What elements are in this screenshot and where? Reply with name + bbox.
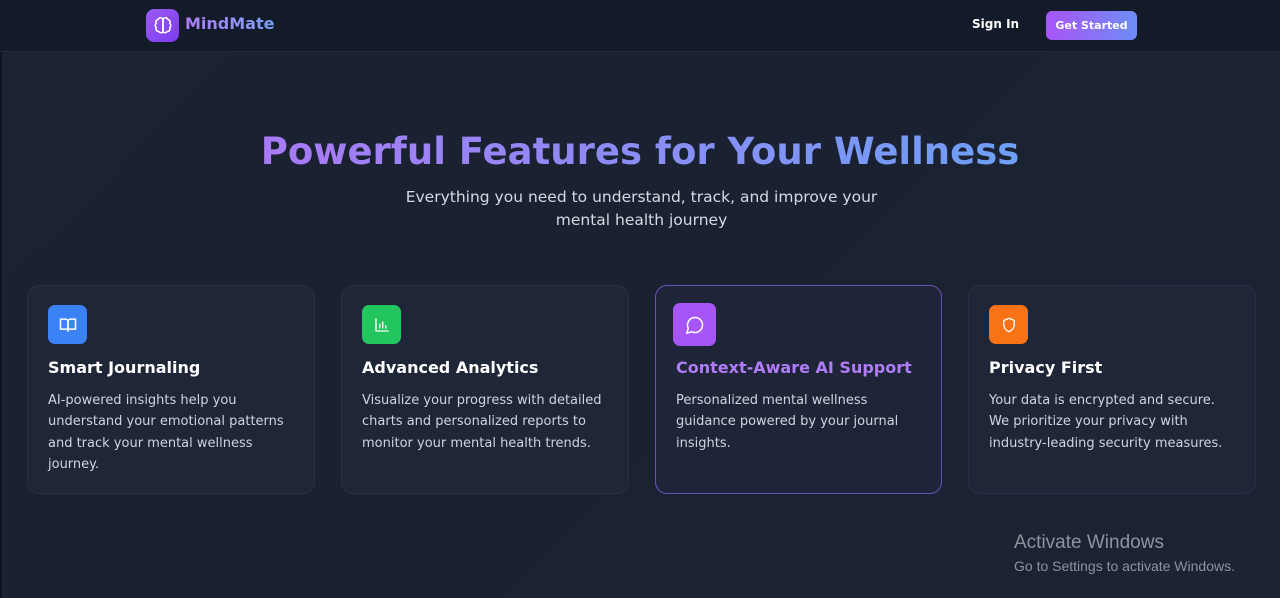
activate-windows-subtitle: Go to Settings to activate Windows.	[1014, 558, 1235, 574]
feature-title: Privacy First	[989, 358, 1103, 377]
feature-card-smart-journaling: Smart Journaling AI-powered insights hel…	[27, 285, 315, 494]
bar-chart-icon	[362, 305, 401, 344]
feature-title: Smart Journaling	[48, 358, 201, 377]
feature-title: Advanced Analytics	[362, 358, 539, 377]
hero-subtitle: Everything you need to understand, track…	[405, 188, 878, 229]
feature-card-privacy-first: Privacy First Your data is encrypted and…	[968, 285, 1256, 494]
feature-card-advanced-analytics: Advanced Analytics Visualize your progre…	[341, 285, 629, 494]
chat-bubble-icon	[673, 303, 716, 346]
book-icon	[48, 305, 87, 344]
sign-in-button[interactable]: Sign In	[972, 17, 1019, 31]
feature-description: Personalized mental wellness guidance po…	[676, 393, 899, 451]
get-started-button[interactable]: Get Started	[1046, 11, 1137, 40]
top-nav: MindMate Sign In Get Started	[0, 0, 1280, 52]
feature-description: Your data is encrypted and secure. We pr…	[989, 393, 1223, 451]
brain-icon[interactable]	[146, 9, 179, 42]
activate-windows-title: Activate Windows	[1014, 532, 1164, 553]
feature-description: Visualize your progress with detailed ch…	[362, 393, 602, 451]
feature-card-context-aware-ai-support: Context-Aware AI Support Personalized me…	[655, 285, 942, 494]
feature-description: AI-powered insights help you understand …	[48, 393, 284, 472]
brand-name[interactable]: MindMate	[185, 14, 274, 33]
feature-title: Context-Aware AI Support	[676, 358, 912, 377]
shield-icon	[989, 305, 1028, 344]
hero-title: Powerful Features for Your Wellness	[260, 130, 1020, 173]
